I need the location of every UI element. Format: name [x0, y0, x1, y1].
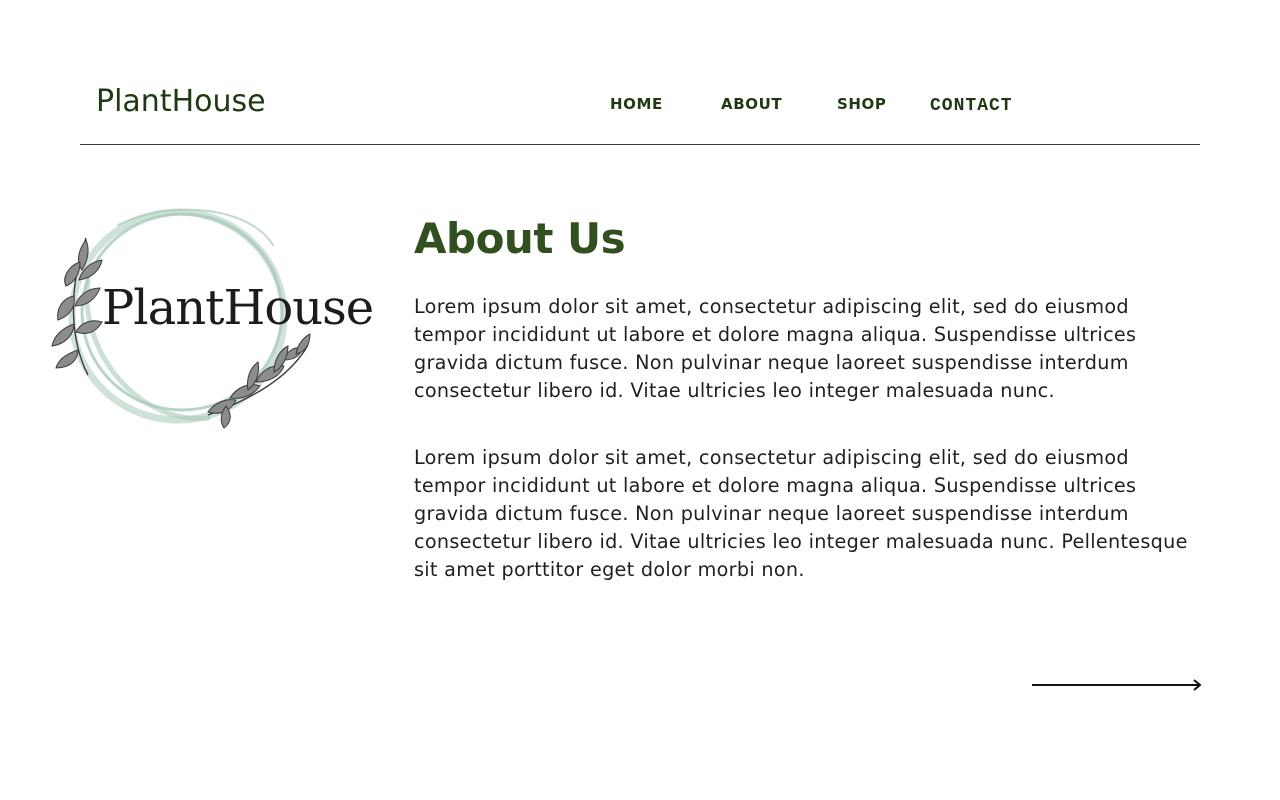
nav-home-link[interactable]: HOME [610, 95, 663, 113]
arrow-right-icon [1032, 679, 1202, 691]
brand-logo-text[interactable]: PlantHouse [96, 84, 266, 119]
next-page-button[interactable] [1030, 676, 1204, 694]
nav-contact-link[interactable]: CONTACT [930, 96, 1013, 116]
about-paragraph-2: Lorem ipsum dolor sit amet, consectetur … [414, 446, 1188, 581]
about-paragraph-1: Lorem ipsum dolor sit amet, consectetur … [414, 295, 1137, 402]
page-title: About Us [414, 214, 626, 263]
logo-wordmark: PlantHouse [102, 280, 374, 336]
header-divider [80, 144, 1200, 145]
nav-about-link[interactable]: ABOUT [721, 95, 782, 113]
nav-shop-link[interactable]: SHOP [837, 95, 887, 113]
planthouse-wreath-logo: PlantHouse [48, 200, 374, 432]
